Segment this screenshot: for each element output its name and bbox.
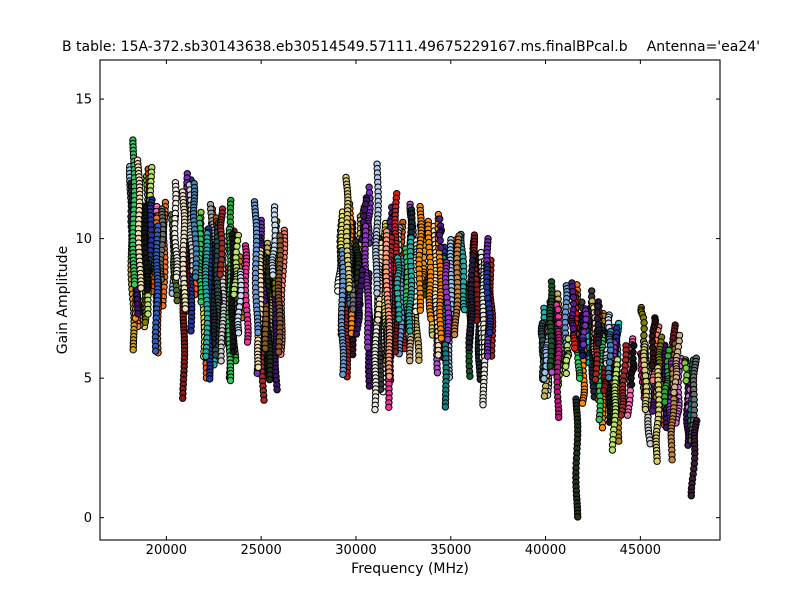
strand [547,279,556,370]
x-tick-label: 40000 [525,543,566,558]
scatter-points [126,137,700,520]
y-tick-label: 0 [84,511,92,526]
strand [682,357,691,384]
bandpass-plot: B table: 15A-372.sb30143638.eb30514549.5… [0,0,800,600]
x-tick-label: 45000 [620,543,661,558]
y-axis-label: Gain Amplitude [55,246,71,354]
x-tick-label: 35000 [430,543,471,558]
strand [569,280,577,332]
y-tick-label: 10 [75,232,92,247]
plot-title: B table: 15A-372.sb30143638.eb30514549.5… [62,39,628,55]
strand [373,161,382,296]
y-tick-label: 15 [75,93,92,108]
x-tick-label: 30000 [335,543,376,558]
x-tick-label: 25000 [240,543,281,558]
antenna-label: Antenna='ea24' [647,39,760,55]
x-tick-label: 20000 [146,543,187,558]
strand [573,396,581,520]
x-axis-label: Frequency (MHz) [351,561,469,577]
y-tick-label: 5 [84,372,92,387]
figure: B table: 15A-372.sb30143638.eb30514549.5… [0,0,800,600]
